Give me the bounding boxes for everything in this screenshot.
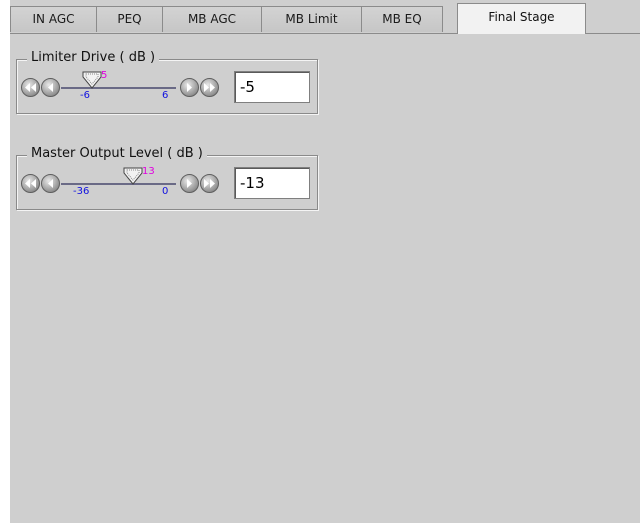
tab-mb-limit[interactable]: MB Limit	[261, 6, 362, 32]
limiter-step-decrease-button[interactable]	[41, 78, 60, 97]
tab-in-agc[interactable]: IN AGC	[10, 6, 97, 32]
double-chevron-right-icon	[204, 83, 215, 92]
limiter-slider-track[interactable]	[61, 87, 176, 89]
limiter-max-label: 6	[162, 90, 169, 101]
limiter-step-increase-button[interactable]	[180, 78, 199, 97]
limiter-min-label: -6	[80, 90, 90, 101]
tab-mb-eq[interactable]: MB EQ	[361, 6, 443, 32]
master-max-label: 0	[162, 186, 169, 197]
master-slider-track[interactable]	[61, 183, 176, 185]
chevron-right-icon	[187, 179, 192, 188]
limiter-drive-group: Limiter Drive ( dB ) 5 -6 6 -5	[16, 50, 318, 114]
tab-strip: IN AGC PEQ MB AGC MB Limit MB EQ Final S…	[10, 0, 640, 34]
tab-mb-agc[interactable]: MB AGC	[162, 6, 262, 32]
master-step-decrease-button[interactable]	[41, 174, 60, 193]
limiter-slider-thumb-icon[interactable]	[82, 71, 102, 89]
master-slider-thumb-icon[interactable]	[123, 167, 143, 185]
tab-peq[interactable]: PEQ	[96, 6, 163, 32]
limiter-fast-decrease-button[interactable]	[21, 78, 40, 97]
active-tab-gap	[458, 33, 585, 34]
double-chevron-right-icon	[204, 179, 215, 188]
chevron-left-icon	[48, 83, 53, 92]
master-step-increase-button[interactable]	[180, 174, 199, 193]
limiter-drive-title: Limiter Drive ( dB )	[27, 50, 160, 65]
tab-final-stage[interactable]: Final Stage	[457, 3, 586, 34]
chevron-left-icon	[48, 179, 53, 188]
double-chevron-left-icon	[25, 179, 36, 188]
final-stage-panel: Limiter Drive ( dB ) 5 -6 6 -5 Master Ou…	[10, 34, 640, 523]
master-output-title: Master Output Level ( dB )	[27, 146, 207, 161]
master-output-value-field[interactable]: -13	[234, 167, 310, 199]
limiter-drive-value-field[interactable]: -5	[234, 71, 310, 103]
double-chevron-left-icon	[25, 83, 36, 92]
master-fast-increase-button[interactable]	[200, 174, 219, 193]
master-current-marker: 13	[142, 166, 155, 177]
master-fast-decrease-button[interactable]	[21, 174, 40, 193]
limiter-fast-increase-button[interactable]	[200, 78, 219, 97]
master-min-label: -36	[73, 186, 90, 197]
chevron-right-icon	[187, 83, 192, 92]
limiter-current-marker: 5	[101, 70, 108, 81]
master-output-group: Master Output Level ( dB ) 13 -36 0 -13	[16, 146, 318, 210]
app-window: IN AGC PEQ MB AGC MB Limit MB EQ Final S…	[10, 0, 640, 523]
